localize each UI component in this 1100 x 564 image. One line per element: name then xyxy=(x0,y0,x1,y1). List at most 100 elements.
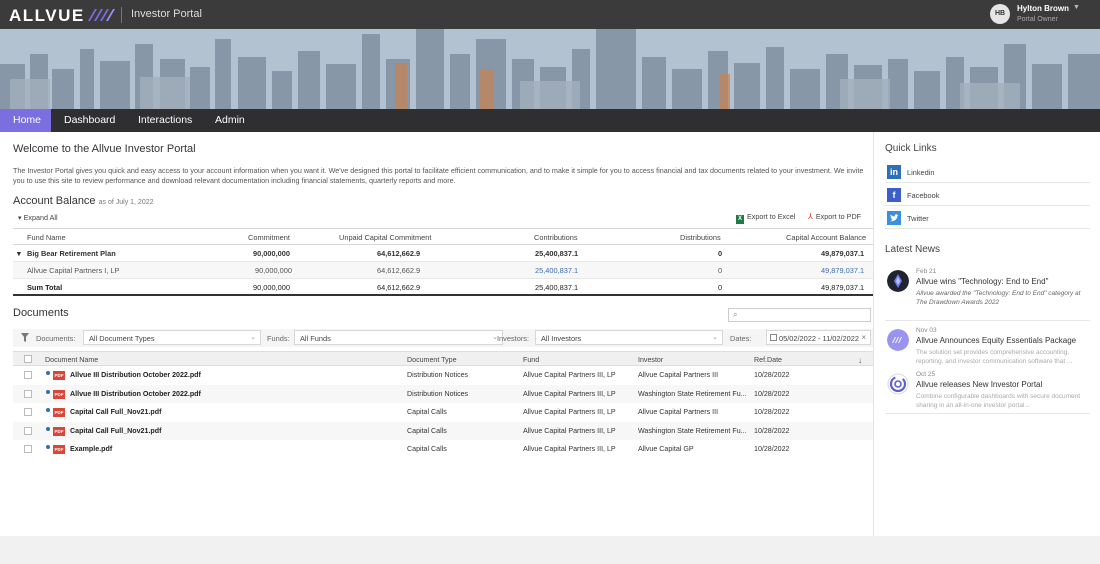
nav-home[interactable]: Home xyxy=(0,109,51,132)
investors-select[interactable]: All Investors ⌄ xyxy=(535,330,723,345)
quick-link-twitter[interactable]: Twitter xyxy=(885,210,1090,227)
document-name-link[interactable]: Example.pdf xyxy=(70,445,112,453)
document-investor: Allvue Capital Partners III xyxy=(638,408,719,416)
quick-links-title: Quick Links xyxy=(885,143,937,154)
document-search-input[interactable]: ⌕ xyxy=(728,308,871,322)
table-header-row: Fund Name Commitment Unpaid Capital Comm… xyxy=(13,228,873,245)
twitter-bird-icon xyxy=(890,214,899,222)
funds-value: All Funds xyxy=(300,334,331,343)
table-total-row: Sum Total 90,000,000 64,612,662.9 25,400… xyxy=(13,279,873,296)
document-name-link[interactable]: Capital Call Full_Nov21.pdf xyxy=(70,427,161,435)
funds-select[interactable]: All Funds ⌄ xyxy=(294,330,503,345)
col-contributions[interactable]: Contributions xyxy=(534,233,578,242)
distributions-value: 0 xyxy=(718,283,723,292)
col-unpaid-capital[interactable]: Unpaid Capital Commitment xyxy=(339,233,431,242)
col-fund[interactable]: Fund xyxy=(523,356,539,364)
col-document-type[interactable]: Document Type xyxy=(407,356,457,364)
pdf-icon: ⅄ xyxy=(808,212,813,221)
nav-dashboard[interactable]: Dashboard xyxy=(64,109,115,132)
document-type: Capital Calls xyxy=(407,408,447,416)
unread-dot-icon xyxy=(46,408,50,412)
table-row[interactable]: PDF Capital Call Full_Nov21.pdf Capital … xyxy=(13,403,873,422)
nav-admin[interactable]: Admin xyxy=(215,109,245,132)
export-excel-button[interactable]: X Export to Excel xyxy=(736,212,795,224)
balance-value: 49,879,037.1 xyxy=(821,283,865,292)
row-checkbox[interactable] xyxy=(24,426,32,435)
col-ref-date[interactable]: Ref.Date xyxy=(754,356,782,364)
latest-news-title: Latest News xyxy=(885,244,941,255)
balance-link[interactable]: 49,879,037.1 xyxy=(821,266,864,275)
news-item[interactable]: Oct 25 Allvue releases New Investor Port… xyxy=(885,371,1090,411)
document-date: 10/28/2022 xyxy=(754,426,790,435)
table-row[interactable]: Allvue Capital Partners I, LP 90,000,000… xyxy=(13,262,873,279)
fund-name: Sum Total xyxy=(27,283,63,292)
contributions-link[interactable]: 25,400,837.1 xyxy=(535,266,578,275)
filter-icon[interactable] xyxy=(21,333,29,342)
select-all-checkbox[interactable] xyxy=(24,355,32,363)
quick-link-facebook[interactable]: f Facebook xyxy=(885,187,1090,204)
date-range-picker[interactable]: 05/02/2022 - 11/02/2022 × xyxy=(766,330,871,345)
search-icon: ⌕ xyxy=(733,310,738,319)
investors-filter-label: Investors: xyxy=(497,334,530,343)
fund-name: Big Bear Retirement Plan xyxy=(27,249,116,258)
document-type-select[interactable]: All Document Types ⌄ xyxy=(83,330,261,345)
col-document-name[interactable]: Document Name xyxy=(45,356,98,364)
export-pdf-button[interactable]: ⅄ Export to PDF xyxy=(808,212,861,221)
account-balance-heading: Account Balance xyxy=(13,195,96,207)
news-date: Oct 25 xyxy=(916,371,936,378)
expand-all-toggle[interactable]: ▾ Expand All xyxy=(18,213,58,222)
user-role: Portal Owner xyxy=(1017,16,1058,23)
calendar-icon xyxy=(770,334,777,341)
dates-filter-label: Dates: xyxy=(730,334,752,343)
row-checkbox[interactable] xyxy=(24,408,32,416)
news-item[interactable]: Feb 21 Allvue wins "Technology: End to E… xyxy=(885,268,1090,314)
news-item[interactable]: Nov 03 Allvue Announces Equity Essential… xyxy=(885,327,1090,369)
col-commitment[interactable]: Commitment xyxy=(248,233,290,242)
document-name-link[interactable]: Capital Call Full_Nov21.pdf xyxy=(70,408,161,416)
excel-icon: X xyxy=(736,215,744,224)
row-checkbox[interactable] xyxy=(24,445,32,453)
row-checkbox[interactable] xyxy=(24,371,32,379)
quick-link-linkedin[interactable]: in Linkedin xyxy=(885,164,1090,181)
unread-dot-icon xyxy=(46,389,50,394)
table-row[interactable]: PDF Allvue III Distribution October 2022… xyxy=(13,384,873,403)
row-checkbox[interactable] xyxy=(24,389,32,398)
clear-date-icon[interactable]: × xyxy=(861,333,866,342)
quick-link-label: Twitter xyxy=(907,214,929,223)
nav-interactions[interactable]: Interactions xyxy=(138,109,192,132)
table-row[interactable]: ▾ Big Bear Retirement Plan 90,000,000 64… xyxy=(13,245,873,262)
table-row[interactable]: PDF Capital Call Full_Nov21.pdf Capital … xyxy=(13,421,873,440)
table-row[interactable]: PDF Example.pdf Capital Calls Allvue Cap… xyxy=(13,440,873,459)
col-investor[interactable]: Investor xyxy=(638,356,663,364)
document-fund: Allvue Capital Partners III, LP xyxy=(523,426,616,435)
document-name-link[interactable]: Allvue III Distribution October 2022.pdf xyxy=(70,371,201,379)
table-row[interactable]: PDF Allvue III Distribution October 2022… xyxy=(13,366,873,385)
account-balance-title: Account Balance as of July 1, 2022 xyxy=(13,195,154,207)
award-badge-icon xyxy=(887,270,909,292)
chevron-down-icon: ⌄ xyxy=(250,334,256,341)
linkedin-icon: in xyxy=(887,165,901,179)
account-balance-as-of: as of July 1, 2022 xyxy=(98,199,154,206)
document-name-link[interactable]: Allvue III Distribution October 2022.pdf xyxy=(70,390,201,398)
col-fund-name[interactable]: Fund Name xyxy=(27,233,66,242)
sort-descending-icon[interactable]: ↓ xyxy=(858,356,862,365)
user-name[interactable]: Hylton Brown xyxy=(1017,4,1069,13)
document-date: 10/28/2022 xyxy=(754,389,790,398)
news-title[interactable]: Allvue Announces Equity Essentials Packa… xyxy=(916,336,1076,345)
allvue-logo[interactable]: ALLVUE xyxy=(9,6,85,26)
news-title[interactable]: Allvue wins "Technology: End to End" xyxy=(916,277,1048,286)
user-avatar[interactable]: HB xyxy=(990,4,1010,24)
unread-dot-icon xyxy=(46,426,50,431)
col-capital-balance[interactable]: Capital Account Balance xyxy=(786,233,866,242)
row-expand-chevron-icon[interactable]: ▾ xyxy=(17,249,21,258)
col-distributions[interactable]: Distributions xyxy=(680,233,721,242)
document-type: Capital Calls xyxy=(407,445,447,453)
news-summary: Allvue awarded the "Technology: End to E… xyxy=(916,290,1081,306)
divider xyxy=(885,182,1090,183)
news-title[interactable]: Allvue releases New Investor Portal xyxy=(916,380,1042,389)
quick-link-label: Linkedin xyxy=(907,168,935,177)
commitment-value: 90,000,000 xyxy=(253,283,290,292)
user-menu-chevron-icon[interactable]: ▼ xyxy=(1073,4,1080,11)
quick-link-label: Facebook xyxy=(907,191,940,200)
allvue-logo-mark-icon xyxy=(88,9,115,21)
